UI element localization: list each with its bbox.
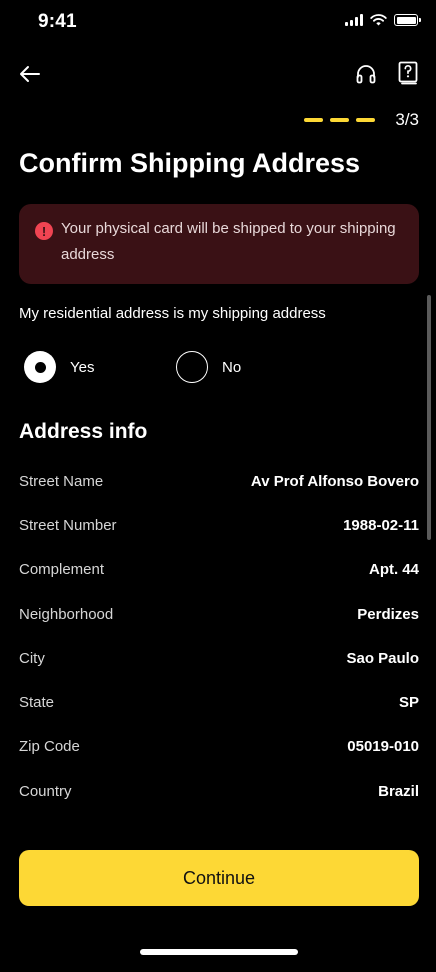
address-info-title: Address info [19,420,148,443]
info-row-neighborhood: Neighborhood Perdizes [19,592,419,636]
info-row-country: Country Brazil [19,769,419,813]
radio-label-no: No [222,358,242,376]
info-label: Complement [19,561,105,579]
arrow-left-icon [20,66,40,82]
info-value: 05019-010 [347,738,419,756]
shipping-address-screen: 9:41 3/3 Confirm Shipping Address ! Your… [0,0,436,972]
info-row-city: City Sao Paulo [19,636,419,680]
info-label: Street Number [19,516,117,534]
cellular-signal-icon [345,14,363,26]
progress-dashes [304,118,376,122]
info-row-street-number: Street Number 1988-02-11 [19,503,419,547]
exclamation-icon: ! [35,222,53,240]
wifi-icon [370,14,387,26]
radio-button-unselected[interactable] [176,351,208,383]
battery-icon [394,14,421,26]
info-row-street-name: Street Name Av Prof Alfonso Bovero [19,459,419,503]
radio-button-selected[interactable] [24,351,56,383]
headset-icon [356,65,376,84]
progress-dash [304,118,324,122]
radio-option-yes[interactable]: Yes [24,351,94,383]
info-label: Street Name [19,472,104,490]
address-info-list: Street Name Av Prof Alfonso Bovero Stree… [19,459,419,813]
info-row-complement: Complement Apt. 44 [19,548,419,592]
info-value: Brazil [378,782,419,800]
info-label: City [19,649,45,667]
info-label: State [19,694,55,712]
page-title: Confirm Shipping Address [19,148,361,178]
progress-dash [356,118,376,122]
info-value: 1988-02-11 [343,516,419,534]
back-button[interactable] [16,60,44,88]
alert-message: Your physical card will be shipped to yo… [61,220,396,263]
radio-option-no[interactable]: No [176,351,241,383]
progress-dash [330,118,350,122]
info-label: Country [19,782,72,800]
info-label: Zip Code [19,738,80,756]
residential-question: My residential address is my shipping ad… [19,305,326,322]
scrollbar[interactable] [427,295,431,540]
shipping-alert: ! Your physical card will be shipped to … [19,204,419,284]
info-value: Av Prof Alfonso Bovero [250,472,419,490]
info-value: SP [398,694,419,712]
help-book-icon [398,61,418,85]
info-label: Neighborhood [19,605,114,623]
help-button[interactable] [394,58,422,88]
info-row-state: State SP [19,680,419,724]
info-value: Sao Paulo [346,649,419,667]
radio-label-yes: Yes [70,358,95,376]
status-icons [345,14,421,26]
continue-button[interactable]: Continue [19,850,419,906]
info-row-zip-code: Zip Code 05019-010 [19,725,419,769]
step-counter: 3/3 [395,110,419,129]
info-value: Perdizes [357,605,419,623]
support-button[interactable] [352,60,380,88]
status-time: 9:41 [38,11,77,32]
info-value: Apt. 44 [368,561,419,579]
home-indicator[interactable] [140,949,298,955]
step-progress: 3/3 [304,110,419,130]
